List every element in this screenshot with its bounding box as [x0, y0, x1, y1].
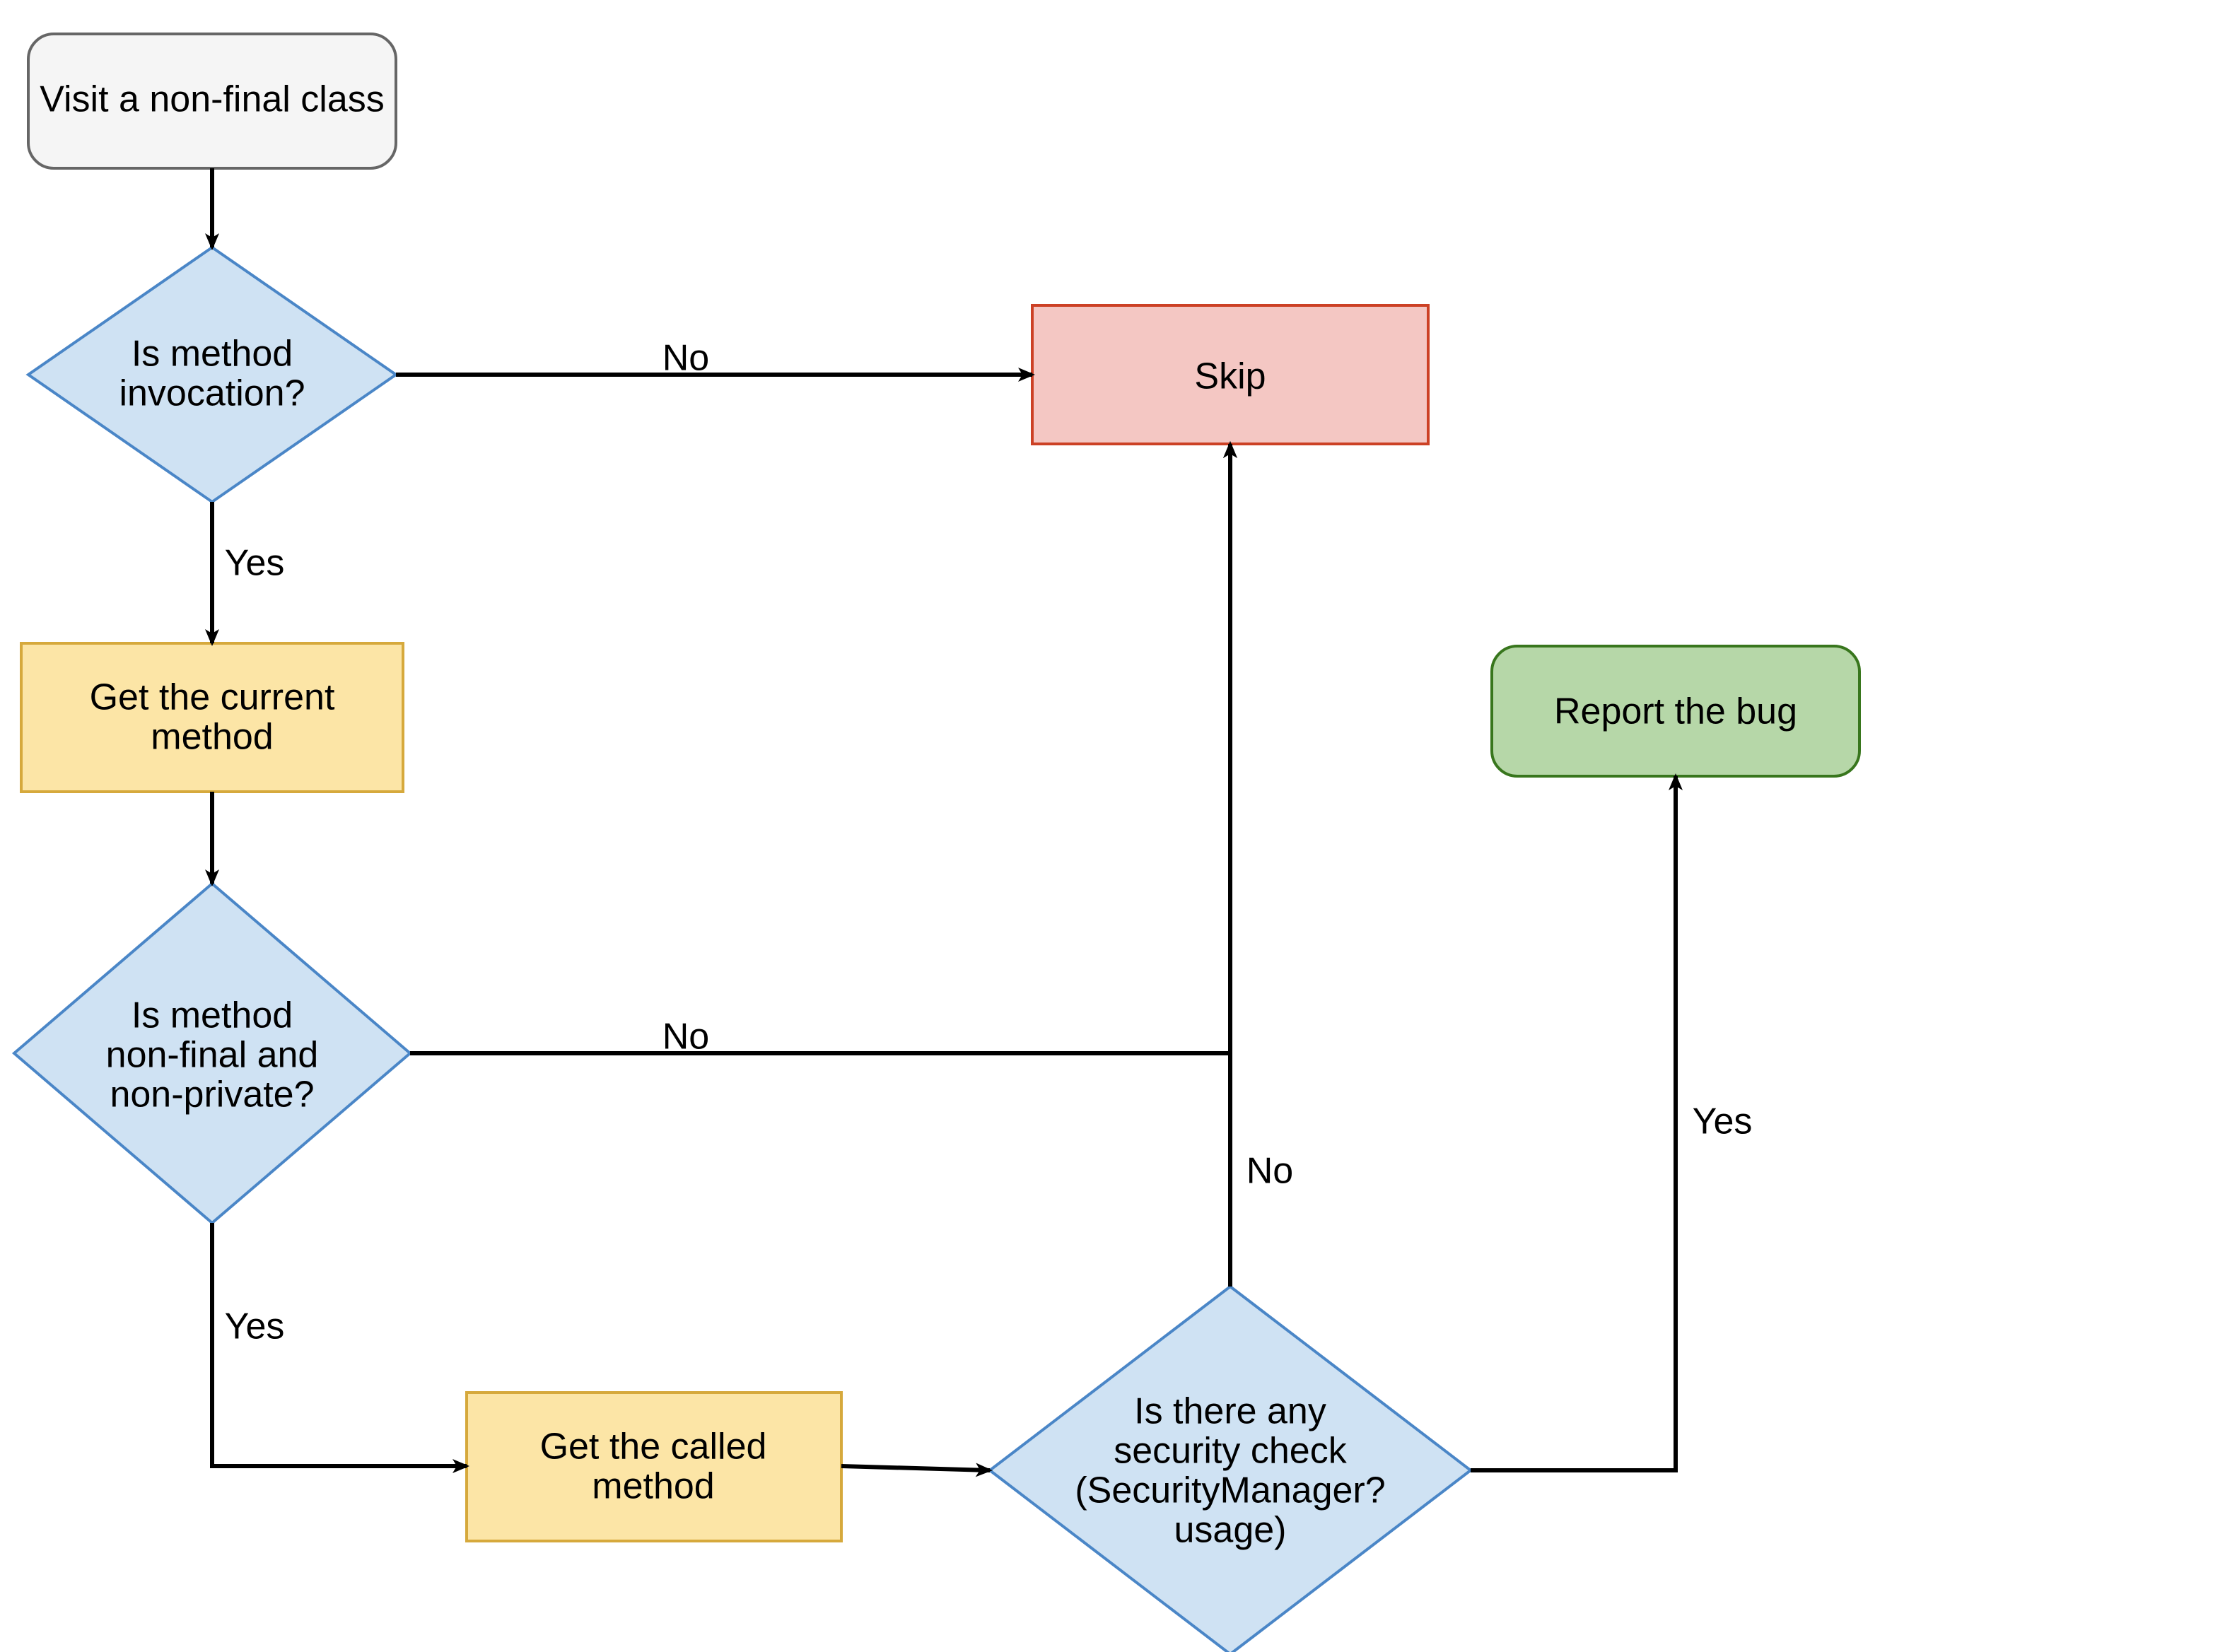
edge-d3-yes-label: Yes — [1693, 1101, 1753, 1142]
decision2-line3: non-private? — [110, 1074, 314, 1115]
skip-label: Skip — [1194, 356, 1266, 397]
decision3-line1: Is there any — [1134, 1391, 1326, 1432]
decision-non-final-non-private: Is method non-final and non-private? — [14, 884, 410, 1223]
decision-is-method-invocation: Is method invocation? — [28, 247, 396, 502]
report-node: Report the bug — [1492, 646, 1859, 776]
decision1-line2: invocation? — [119, 373, 305, 414]
edge-d1-no-label: No — [662, 338, 709, 379]
skip-node: Skip — [1032, 305, 1428, 444]
edge-d2-no-label: No — [662, 1017, 709, 1058]
process2-line1: Get the called — [540, 1427, 767, 1468]
process1-line2: method — [151, 717, 273, 758]
decision-security-check: Is there any security check (SecurityMan… — [990, 1287, 1471, 1652]
decision3-line2: security check — [1114, 1431, 1347, 1472]
decision3-line3: (SecurityManager? — [1075, 1470, 1385, 1511]
report-label: Report the bug — [1554, 691, 1797, 732]
edge-d3-no-label: No — [1246, 1151, 1293, 1192]
start-node: Visit a non-final class — [28, 34, 396, 168]
decision2-line2: non-final and — [106, 1035, 319, 1076]
process-get-called-method: Get the called method — [467, 1393, 841, 1541]
decision1-line1: Is method — [132, 334, 293, 375]
edge-p2-to-d3 — [841, 1466, 990, 1470]
start-label: Visit a non-final class — [40, 79, 385, 120]
edge-d2-no — [410, 444, 1230, 1053]
process1-line1: Get the current — [90, 677, 335, 718]
process2-line2: method — [592, 1466, 714, 1507]
edge-d2-yes-label: Yes — [225, 1306, 285, 1347]
decision2-line1: Is method — [132, 995, 293, 1036]
edge-d1-yes-label: Yes — [225, 543, 285, 584]
decision3-line4: usage) — [1174, 1510, 1287, 1551]
process-get-current-method: Get the current method — [21, 643, 403, 792]
edge-d3-yes — [1471, 776, 1676, 1470]
